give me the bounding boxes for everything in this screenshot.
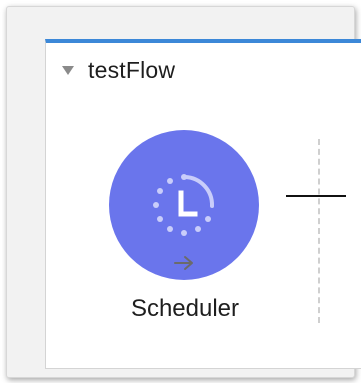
canvas: testFlow Scheduler (0, 0, 361, 383)
flow-title: testFlow (88, 57, 176, 83)
flow-connector-line (286, 195, 346, 197)
node-badge (229, 332, 265, 368)
flow-divider (318, 139, 320, 323)
collapse-triangle-icon[interactable] (62, 66, 74, 75)
flow-header[interactable]: testFlow (62, 57, 175, 84)
scheduler-label: Scheduler (130, 295, 240, 322)
arrow-right-icon (172, 254, 196, 272)
flow-panel: testFlow Scheduler (6, 6, 361, 378)
flow-container: testFlow Scheduler (45, 39, 361, 369)
